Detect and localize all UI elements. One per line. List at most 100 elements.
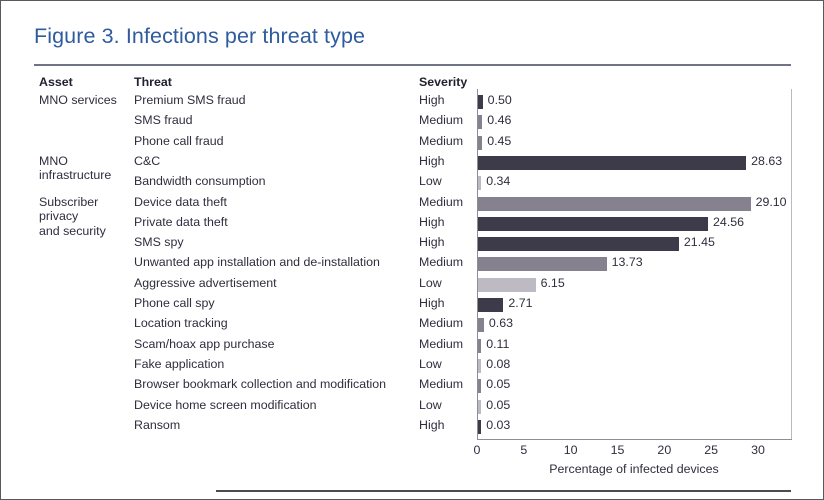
bar [478,318,484,333]
severity-label: High [419,296,445,310]
bar-value-label: 6.15 [540,275,565,290]
bar [478,257,607,272]
table-row: Premium SMS fraud High 0.50 [1,93,823,113]
severity-label: High [419,214,445,229]
bar [478,419,482,434]
bar [478,95,483,109]
severity-label: Medium [419,255,464,270]
severity-label: Medium [419,133,464,148]
table-row: Location tracking Medium 0.63 [1,316,823,336]
table-row: Device data theft Medium 29.10 [1,194,823,215]
table-row: Device home screen modification Low 0.05 [1,397,823,418]
severity-label: Low [419,174,442,189]
bar [478,196,751,211]
table-row: SMS fraud Medium 0.46 [1,113,823,133]
threat-label: Device data theft [134,194,227,209]
severity-label: Medium [419,194,464,209]
table-row: C&C High 28.63 [1,153,823,174]
bar [478,115,483,130]
figure-page: Figure 3. Infections per threat type Ass… [0,0,824,500]
threat-label: C&C [134,153,161,168]
bar-value-label: 28.63 [751,153,783,168]
severity-label: Medium [419,336,464,351]
bar-value-label: 0.63 [488,316,514,331]
bar [478,338,482,353]
threat-label: Ransom [134,417,181,432]
threat-label: Location tracking [134,316,228,331]
x-tick-label: 20 [657,443,672,457]
severity-label: Low [419,275,442,290]
threat-label: SMS fraud [134,113,193,128]
severity-label: Low [419,356,442,371]
y-axis-line [477,89,478,439]
bar-value-label: 24.56 [713,214,745,229]
bar-value-label: 0.34 [486,174,511,189]
table-row: Phone call fraud Medium 0.45 [1,133,823,154]
severity-label: Medium [419,377,464,392]
title-divider [34,64,791,66]
severity-label: Medium [419,113,464,128]
x-axis-line [477,439,792,440]
table-row: Ransom High 0.03 [1,417,823,438]
table-row: Scam/hoax app purchase Medium 0.11 [1,336,823,357]
bar-value-label: 0.05 [486,397,511,412]
page-title: Figure 3. Infections per threat type [34,24,366,48]
threat-label: Browser bookmark collection and modifica… [134,377,387,392]
bar-value-label: 0.46 [487,113,512,128]
threat-label: Fake application [134,356,225,371]
severity-label: High [419,153,445,168]
threat-label: Device home screen modification [134,397,317,412]
bar [478,277,536,292]
bar [478,298,504,312]
table-row: Phone call spy High 2.71 [1,296,823,316]
x-tick-label: 0 [473,443,481,457]
severity-label: Medium [419,316,464,331]
table-row: Browser bookmark collection and modifica… [1,377,823,397]
bar-value-label: 0.08 [486,356,511,371]
table-row: Aggressive advertisement Low 6.15 [1,275,823,296]
column-header-severity: Severity [419,75,468,89]
threat-label: Bandwidth consumption [134,174,266,189]
threat-label: Aggressive advertisement [134,275,277,290]
bar-value-label: 13.73 [611,255,643,270]
severity-label: High [419,235,445,250]
x-tick-label: 30 [751,443,765,457]
threat-label: Phone call spy [134,296,215,310]
bar [478,358,482,373]
threat-label: Unwanted app installation and de-install… [134,255,380,270]
bar [478,135,483,150]
bar [478,237,679,252]
threat-label: Private data theft [134,214,228,229]
plot-right-border [791,89,792,439]
table-row: Fake application Low 0.08 [1,356,823,377]
bar-value-label: 0.11 [486,336,510,351]
threat-label: Scam/hoax app purchase [134,336,275,351]
x-tick-label: 25 [704,443,719,457]
table-row: Private data theft High 24.56 [1,214,823,235]
column-header-threat: Threat [134,75,172,89]
severity-label: High [419,417,445,432]
bar [478,155,747,170]
bar-value-label: 0.50 [487,93,512,107]
bar [478,216,709,231]
bar [478,399,482,414]
threat-label: Premium SMS fraud [134,93,246,107]
x-axis-title: Percentage of infected devices [549,462,719,476]
x-tick-label: 5 [520,443,528,457]
threat-label: Phone call fraud [134,133,224,148]
bar-value-label: 0.45 [487,133,512,148]
bottom-divider [216,490,791,492]
column-header-asset: Asset [39,75,73,89]
bar-value-label: 0.03 [486,417,511,432]
bar-value-label: 21.45 [683,235,715,250]
bar [478,379,482,394]
bar-value-label: 29.10 [755,194,787,209]
x-tick-label: 10 [563,443,578,457]
table-row: Unwanted app installation and de-install… [1,255,823,275]
table-row: Bandwidth consumption Low 0.34 [1,174,823,194]
table-row: SMS spy High 21.45 [1,235,823,255]
x-tick-label: 15 [610,443,625,457]
threat-label: SMS spy [134,235,184,250]
severity-label: Low [419,397,442,412]
bar-value-label: 0.05 [486,377,511,392]
